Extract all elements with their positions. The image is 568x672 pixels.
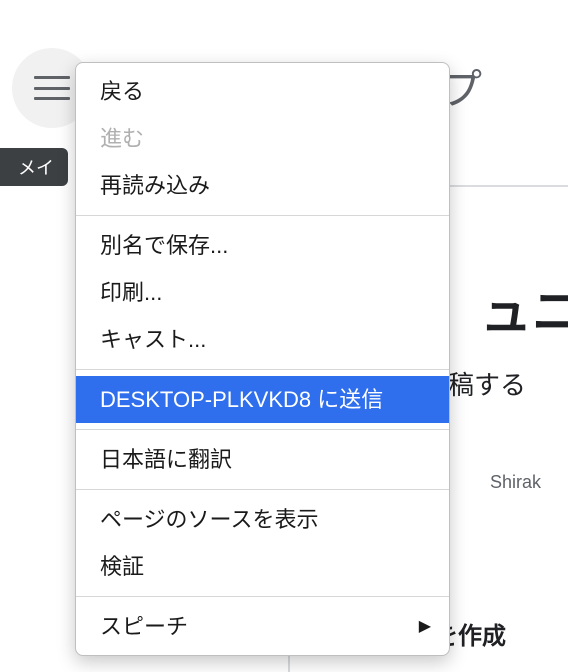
menu-send-to-device[interactable]: DESKTOP-PLKVKD8 に送信 bbox=[76, 376, 449, 423]
menu-back[interactable]: 戻る bbox=[76, 63, 449, 115]
menu-view-source[interactable]: ページのソースを表示 bbox=[76, 496, 449, 543]
menu-back-label: 戻る bbox=[100, 75, 144, 108]
content-subtext-partial: 稿する bbox=[448, 365, 526, 402]
submenu-arrow-icon: ▶ bbox=[419, 615, 431, 639]
menu-translate[interactable]: 日本語に翻訳 bbox=[76, 436, 449, 483]
menu-speech-label: スピーチ bbox=[100, 610, 188, 643]
menu-separator bbox=[76, 596, 449, 597]
menu-separator bbox=[76, 489, 449, 490]
menu-reload-label: 再読み込み bbox=[100, 169, 210, 202]
menu-print-label: 印刷... bbox=[100, 276, 162, 309]
menu-inspect[interactable]: 検証 bbox=[76, 543, 449, 590]
menu-separator bbox=[76, 369, 449, 370]
menu-save-as[interactable]: 別名で保存... bbox=[76, 222, 449, 269]
menu-send-to-device-label: DESKTOP-PLKVKD8 に送信 bbox=[100, 383, 383, 416]
menu-view-source-label: ページのソースを表示 bbox=[100, 503, 318, 536]
author-name-partial: Shirak bbox=[490, 472, 541, 493]
menu-separator bbox=[76, 429, 449, 430]
menu-forward: 進む bbox=[76, 115, 449, 162]
breadcrumb-chip[interactable]: メイ bbox=[0, 148, 68, 186]
menu-cast[interactable]: キャスト... bbox=[76, 316, 449, 363]
menu-separator bbox=[76, 215, 449, 216]
content-heading-partial: ュニ bbox=[480, 270, 568, 345]
menu-forward-label: 進む bbox=[100, 122, 144, 155]
menu-translate-label: 日本語に翻訳 bbox=[100, 443, 232, 476]
menu-print[interactable]: 印刷... bbox=[76, 269, 449, 316]
menu-cast-label: キャスト... bbox=[100, 323, 206, 356]
context-menu: 戻る 進む 再読み込み 別名で保存... 印刷... キャスト... DESKT… bbox=[75, 62, 450, 656]
menu-save-as-label: 別名で保存... bbox=[100, 229, 228, 262]
menu-reload[interactable]: 再読み込み bbox=[76, 162, 449, 209]
hamburger-icon bbox=[34, 76, 70, 100]
menu-inspect-label: 検証 bbox=[100, 550, 144, 583]
menu-speech[interactable]: スピーチ ▶ bbox=[76, 603, 449, 655]
